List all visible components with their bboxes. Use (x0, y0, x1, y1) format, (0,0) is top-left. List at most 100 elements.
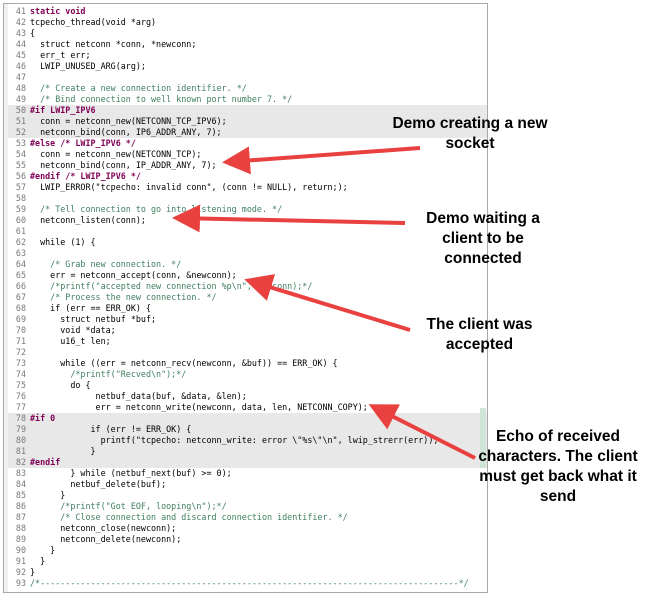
code-text: conn = netconn_new(NETCONN_TCP_IPV6); (30, 116, 227, 126)
callout-listen: Demo waiting a client to be connected (426, 210, 540, 267)
line-number: 57 (15, 182, 26, 192)
code-text: /* Bind connection to well known port nu… (30, 94, 293, 104)
code-text: /*--------------------------------------… (30, 578, 469, 588)
code-line: 47 (8, 72, 487, 83)
code-line: 56 #endif /* LWIP_IPV6 */ (8, 171, 487, 182)
code-line: 89 netconn_delete(newconn); (8, 534, 487, 545)
line-number: 50 (15, 105, 26, 115)
code-text: netconn_close(newconn); (30, 523, 177, 533)
code-text: LWIP_ERROR("tcpecho: invalid conn", (con… (30, 182, 348, 192)
code-line: 45 err_t err; (8, 50, 487, 61)
line-number: 63 (15, 248, 26, 258)
code-line: 48 /* Create a new connection identifier… (8, 83, 487, 94)
line-number: 84 (15, 479, 26, 489)
line-number: 92 (15, 567, 26, 577)
callout-echo: Echo of received characters. The client … (478, 428, 638, 505)
line-number: 68 (15, 303, 26, 313)
code-line: 42 tcpecho_thread(void *arg) (8, 17, 487, 28)
code-line: 80 printf("tcpecho: netconn_write: error… (8, 435, 487, 446)
code-line: 83 } while (netbuf_next(buf) >= 0); (8, 468, 487, 479)
code-line: 73 while ((err = netconn_recv(newconn, &… (8, 358, 487, 369)
code-lines: 41 static void 42 tcpecho_thread(void *arg)… (8, 6, 487, 589)
code-text: /*printf("accepted new connection %p\n",… (30, 281, 313, 291)
code-line: 81 } (8, 446, 487, 457)
code-text: } (30, 556, 46, 566)
line-number: 46 (15, 61, 26, 71)
code-text: #endif (30, 457, 61, 467)
code-text: { (30, 28, 36, 38)
code-line: 68 if (err == ERR_OK) { (8, 303, 487, 314)
code-text: if (err != ERR_OK) { (30, 424, 192, 434)
callout-accepted: The client was accepted (426, 316, 533, 353)
line-number: 80 (15, 435, 26, 445)
code-line: 49 /* Bind connection to well known port… (8, 94, 487, 105)
code-line: 75 do { (8, 380, 487, 391)
line-number: 54 (15, 149, 26, 159)
line-number: 74 (15, 369, 26, 379)
code-line: 91 } (8, 556, 487, 567)
code-text: /*printf("Recved\n");*/ (30, 369, 187, 379)
code-line: 82 #endif (8, 457, 487, 468)
line-number: 65 (15, 270, 26, 280)
line-number: 81 (15, 446, 26, 456)
code-text: err_t err; (30, 50, 91, 60)
code-line: 58 (8, 193, 487, 204)
line-number: 41 (15, 6, 26, 16)
code-editor[interactable]: 41 static void 42 tcpecho_thread(void *arg)… (3, 3, 488, 593)
code-text: while ((err = netconn_recv(newconn, &buf… (30, 358, 338, 368)
code-text: } (30, 545, 56, 555)
code-text: LWIP_UNUSED_ARG(arg); (30, 61, 146, 71)
line-number: 76 (15, 391, 26, 401)
code-text: conn = netconn_new(NETCONN_TCP); (30, 149, 202, 159)
code-text: printf("tcpecho: netconn_write: error \"… (30, 435, 439, 445)
code-text: } while (netbuf_next(buf) >= 0); (30, 468, 232, 478)
line-number: 47 (15, 72, 26, 82)
code-line: 88 netconn_close(newconn); (8, 523, 487, 534)
code-line: 78 #if 0 (8, 413, 487, 424)
line-number: 93 (15, 578, 26, 588)
line-number: 91 (15, 556, 26, 566)
line-number: 82 (15, 457, 26, 467)
line-number: 89 (15, 534, 26, 544)
code-text: struct netbuf *buf; (30, 314, 157, 324)
code-line: 44 struct netconn *conn, *newconn; (8, 39, 487, 50)
code-line: 92} (8, 567, 487, 578)
code-text: } (30, 490, 66, 500)
line-number: 69 (15, 314, 26, 324)
line-number: 87 (15, 512, 26, 522)
line-number: 90 (15, 545, 26, 555)
line-number: 71 (15, 336, 26, 346)
code-text: #else /* LWIP_IPV6 */ (30, 138, 136, 148)
line-number: 79 (15, 424, 26, 434)
line-number: 75 (15, 380, 26, 390)
code-text: void *data; (30, 325, 116, 335)
code-text: tcpecho_thread(void *arg) (30, 17, 157, 27)
code-text: } (30, 567, 36, 577)
code-text: netconn_bind(conn, IP_ADDR_ANY, 7); (30, 160, 217, 170)
line-number: 42 (15, 17, 26, 27)
code-text: /*printf("Got EOF, looping\n");*/ (30, 501, 227, 511)
line-number: 61 (15, 226, 26, 236)
code-line: 66 /*printf("accepted new connection %p\… (8, 281, 487, 292)
code-text: if (err == ERR_OK) { (30, 303, 152, 313)
code-text: netbuf_delete(buf); (30, 479, 167, 489)
code-line: 46 LWIP_UNUSED_ARG(arg); (8, 61, 487, 72)
code-line: 74 /*printf("Recved\n");*/ (8, 369, 487, 380)
code-text: netconn_listen(conn); (30, 215, 146, 225)
callout-socket: Demo creating a new socket (392, 115, 548, 152)
code-line: 86 /*printf("Got EOF, looping\n");*/ (8, 501, 487, 512)
code-line: 41 static void (8, 6, 487, 17)
code-line: 65 err = netconn_accept(conn, &newconn); (8, 270, 487, 281)
line-number: 60 (15, 215, 26, 225)
line-number: 44 (15, 39, 26, 49)
line-number: 85 (15, 490, 26, 500)
line-number: 77 (15, 402, 26, 412)
line-number: 73 (15, 358, 26, 368)
code-line: 43 { (8, 28, 487, 39)
line-number: 66 (15, 281, 26, 291)
code-text: struct netconn *conn, *newconn; (30, 39, 197, 49)
line-number: 83 (15, 468, 26, 478)
code-text: do { (30, 380, 91, 390)
line-number: 59 (15, 204, 26, 214)
code-text: /* Create a new connection identifier. *… (30, 83, 247, 93)
